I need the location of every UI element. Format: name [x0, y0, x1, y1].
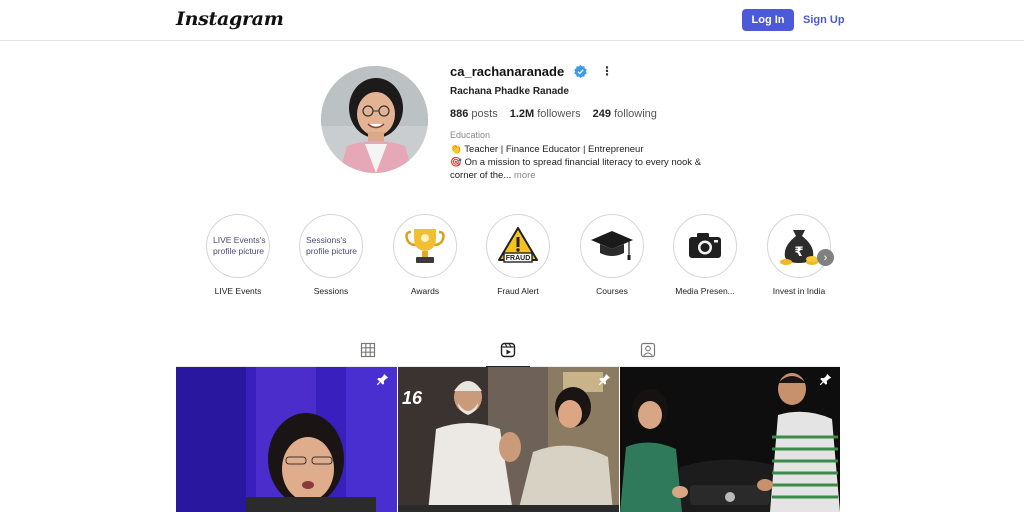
- svg-text:FRAUD: FRAUD: [506, 255, 531, 262]
- broken-image-alt-text: LIVE Events's profile picture: [213, 235, 266, 256]
- highlight-media-presence[interactable]: Media Presen...: [665, 214, 745, 296]
- grid-icon[interactable]: [360, 342, 376, 358]
- highlight-label: Invest in India: [772, 286, 826, 296]
- highlight-label: Fraud Alert: [497, 286, 539, 296]
- pinned-icon: [376, 373, 389, 386]
- trophy-icon: [405, 229, 445, 263]
- profile-avatar[interactable]: [321, 66, 428, 173]
- highlight-label: Media Presen...: [675, 286, 735, 296]
- verified-badge-icon: [574, 65, 587, 78]
- post-image: [176, 367, 397, 512]
- post-thumbnail-3[interactable]: [620, 367, 840, 512]
- profile-stats: 886 posts 1.2M followers 249 following: [450, 108, 657, 120]
- highlight-label: Courses: [596, 286, 628, 296]
- profile-bio: 👏 Teacher | Finance Educator | Entrepren…: [450, 143, 720, 182]
- profile-category: Education: [450, 130, 491, 140]
- pinned-icon: [598, 373, 611, 386]
- avatar-image: [321, 66, 428, 173]
- bio-line-1: 👏 Teacher | Finance Educator | Entrepren…: [450, 144, 644, 155]
- signup-link[interactable]: Sign Up: [803, 9, 845, 31]
- highlight-cover: LIVE Events's profile picture: [206, 214, 270, 278]
- highlights-next-arrow-icon[interactable]: ›: [817, 249, 834, 266]
- highlight-label: Sessions: [313, 286, 349, 296]
- graduation-cap-icon: [591, 231, 633, 260]
- highlight-cover: Sessions's profile picture: [299, 214, 363, 278]
- rupee-money-bag-icon: ₹: [780, 230, 818, 265]
- top-navigation-bar: Instagram Log In Sign Up: [0, 0, 1024, 41]
- post-image: 16: [398, 367, 619, 512]
- posts-count: 886 posts: [450, 108, 498, 120]
- profile-username: ca_rachanaranade: [450, 64, 565, 79]
- highlight-label: Awards: [410, 286, 440, 296]
- highlight-cover: ₹: [767, 214, 831, 278]
- highlight-cover: [673, 214, 737, 278]
- tagged-icon[interactable]: [640, 342, 656, 358]
- svg-text:16: 16: [402, 388, 423, 408]
- pinned-icon: [819, 373, 832, 386]
- post-image: [620, 367, 840, 512]
- following-count[interactable]: 249 following: [593, 108, 657, 120]
- highlight-label: LIVE Events: [214, 286, 262, 296]
- followers-count[interactable]: 1.2M followers: [510, 108, 581, 120]
- options-menu-icon[interactable]: ⋮: [601, 64, 613, 78]
- highlight-cover: [580, 214, 644, 278]
- reels-icon[interactable]: [500, 342, 516, 358]
- highlight-cover: [393, 214, 457, 278]
- highlight-courses[interactable]: Courses: [572, 214, 652, 296]
- bio-more-link[interactable]: more: [514, 170, 536, 181]
- profile-full-name: Rachana Phadke Ranade: [450, 86, 569, 97]
- svg-text:₹: ₹: [794, 245, 803, 260]
- highlight-live-events[interactable]: LIVE Events's profile picture LIVE Event…: [198, 214, 278, 296]
- highlight-fraud-alert[interactable]: FRAUD Fraud Alert: [478, 214, 558, 296]
- post-thumbnail-1[interactable]: [176, 367, 397, 512]
- broken-image-alt-text: Sessions's profile picture: [306, 235, 358, 256]
- camera-icon: [689, 233, 721, 258]
- instagram-logo[interactable]: Instagram: [176, 8, 284, 30]
- bio-line-2: 🎯 On a mission to spread financial liter…: [450, 157, 702, 181]
- fraud-warning-icon: FRAUD: [498, 227, 538, 263]
- highlight-sessions[interactable]: Sessions's profile picture Sessions: [291, 214, 371, 296]
- login-button[interactable]: Log In: [742, 9, 794, 31]
- highlight-cover: FRAUD: [486, 214, 550, 278]
- highlight-awards[interactable]: Awards: [385, 214, 465, 296]
- post-thumbnail-2[interactable]: 16: [398, 367, 619, 512]
